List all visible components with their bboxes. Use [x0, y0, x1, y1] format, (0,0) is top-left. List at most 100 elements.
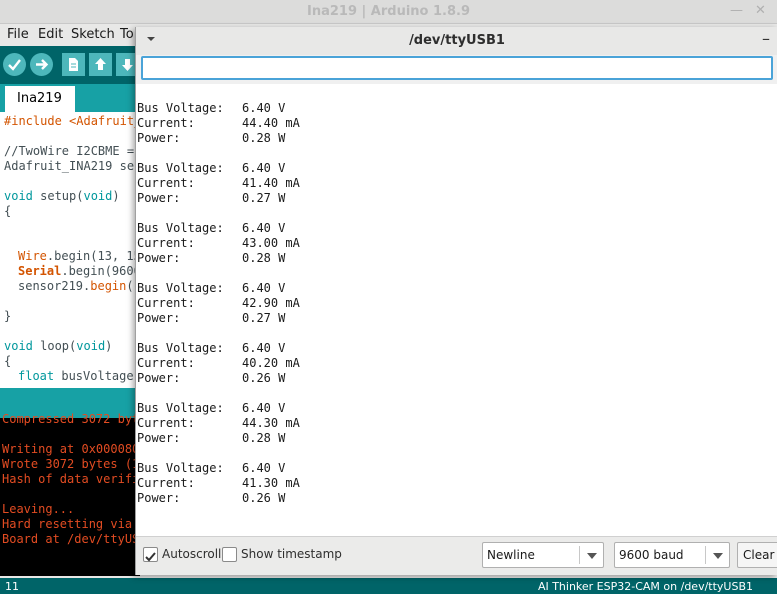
reading-value-voltage: 6.40 V [242, 401, 286, 415]
close-icon[interactable]: ✕ [755, 3, 766, 18]
reading-label-power: Power: [137, 311, 181, 325]
clear-output-button[interactable]: Clear output [737, 542, 777, 568]
console-line: Wrote 3072 bytes (1 [2, 457, 140, 471]
code-line: Adafruit_INA219 sen [4, 159, 141, 173]
code-line: #include <Adafruit_ [4, 114, 141, 128]
serial-send-input[interactable] [141, 56, 773, 80]
console-line: Compressed 3072 byte [2, 412, 147, 426]
reading-value-power: 0.27 W [242, 311, 286, 325]
reading-label-power: Power: [137, 431, 181, 445]
open-icon [95, 58, 106, 70]
autoscroll-checkbox[interactable] [143, 547, 158, 562]
reading-label-power: Power: [137, 371, 181, 385]
code-editor[interactable]: #include <Adafruit_ //TwoWire I2CBME = A… [0, 112, 141, 388]
code-text: ) [105, 339, 113, 353]
serial-monitor-window: /dev/ttyUSB1 – Bus Voltage: 6.40 V Current… [135, 27, 777, 575]
serial-output-area[interactable]: Bus Voltage: 6.40 V Current: 44.40 mA Power:… [136, 84, 777, 536]
reading-label-current: Current: [137, 116, 195, 130]
console-line: Hash of data verifi [2, 472, 140, 486]
code-line: { [4, 204, 11, 218]
reading-label-voltage: Bus Voltage: [137, 401, 224, 415]
reading-label-voltage: Bus Voltage: [137, 341, 224, 355]
ide-menubar: File Edit Sketch To [0, 24, 140, 46]
menu-sketch[interactable]: Sketch [71, 27, 115, 42]
serial-monitor-title: /dev/ttyUSB1 [409, 33, 505, 48]
reading-value-current: 41.30 mA [242, 476, 300, 490]
tab-label: Ina219 [17, 91, 62, 106]
code-line: { [4, 354, 11, 368]
code-line: //TwoWire I2CBME = [4, 144, 134, 158]
code-keyword: float [18, 369, 55, 383]
combo-separator [579, 546, 580, 564]
reading-label-current: Current: [137, 476, 195, 490]
code-declaration: Adafruit_INA219 sen [4, 159, 142, 173]
upload-icon [36, 59, 49, 70]
code-keyword: void [83, 189, 113, 203]
show-timestamp-checkbox[interactable] [222, 547, 237, 562]
reading-value-voltage: 6.40 V [242, 281, 286, 295]
minimize-icon[interactable]: — [730, 3, 743, 18]
sketch-tabbar: Ina219 [0, 84, 140, 112]
console-line: Board at /dev/ttyUS [2, 532, 140, 546]
menu-tools[interactable]: To [120, 27, 134, 42]
code-include: #include <Adafruit_ [4, 114, 142, 128]
open-sketch-button[interactable] [89, 53, 112, 76]
reading-value-current: 44.30 mA [242, 416, 300, 430]
reading-label-current: Current: [137, 296, 195, 310]
reading-value-current: 43.00 mA [242, 236, 300, 250]
save-icon [122, 59, 133, 71]
serial-monitor-titlebar: /dev/ttyUSB1 – [136, 27, 777, 55]
reading-label-current: Current: [137, 356, 195, 370]
ide-titlebar: Ina219 | Arduino 1.8.9 — ✕ [0, 0, 777, 24]
reading-value-current: 40.20 mA [242, 356, 300, 370]
code-keyword: void [4, 189, 33, 203]
reading-value-current: 44.40 mA [242, 116, 300, 130]
reading-value-power: 0.28 W [242, 251, 286, 265]
minimize-icon[interactable]: – [762, 29, 770, 48]
code-keyword: void [4, 339, 33, 353]
new-sketch-button[interactable] [62, 53, 85, 76]
check-icon [145, 552, 156, 562]
console-line: Writing at 0x000080 [2, 442, 140, 456]
reading-label-current: Current: [137, 176, 195, 190]
tab-ina219[interactable]: Ina219 [5, 86, 75, 112]
console-line: Leaving... [2, 502, 75, 516]
reading-label-current: Current: [137, 236, 195, 250]
verify-button[interactable] [3, 53, 26, 76]
line-ending-value: Newline [487, 548, 535, 562]
code-text: busVoltage [54, 369, 134, 383]
code-text: { [4, 204, 12, 218]
verify-icon [8, 59, 21, 71]
desktop: Ina219 | Arduino 1.8.9 — ✕ File Edit Ske… [0, 0, 777, 594]
reading-value-power: 0.27 W [242, 191, 286, 205]
serial-monitor-controls: Autoscroll Show timestamp Newline 9600 b… [136, 536, 777, 575]
reading-label-power: Power: [137, 131, 181, 145]
reading-label-voltage: Bus Voltage: [137, 161, 224, 175]
reading-label-voltage: Bus Voltage: [137, 221, 224, 235]
new-icon [69, 58, 78, 71]
clear-output-label: Clear output [743, 548, 777, 562]
reading-value-voltage: 6.40 V [242, 341, 286, 355]
code-keyword: Serial [18, 264, 62, 278]
baud-rate-select[interactable]: 9600 baud [614, 542, 730, 568]
reading-label-current: Current: [137, 416, 195, 430]
code-text: loop( [32, 339, 77, 353]
reading-value-voltage: 6.40 V [242, 221, 286, 235]
line-number: 11 [5, 580, 19, 593]
reading-label-power: Power: [137, 491, 181, 505]
code-text: .begin(9600 [61, 264, 141, 278]
line-ending-select[interactable]: Newline [482, 542, 604, 568]
upload-button[interactable] [30, 53, 53, 76]
code-text: { [4, 354, 12, 368]
reading-value-voltage: 6.40 V [242, 461, 286, 475]
code-text: ) [112, 189, 120, 203]
menu-edit[interactable]: Edit [38, 27, 63, 42]
code-keyword: void [76, 339, 106, 353]
console-line: Hard resetting via [2, 517, 133, 531]
show-timestamp-label[interactable]: Show timestamp [241, 547, 342, 561]
code-keyword: begin [90, 279, 127, 293]
menu-file[interactable]: File [7, 27, 29, 42]
code-keyword: Wire [18, 249, 47, 263]
reading-label-power: Power: [137, 251, 181, 265]
autoscroll-label[interactable]: Autoscroll [162, 547, 221, 561]
